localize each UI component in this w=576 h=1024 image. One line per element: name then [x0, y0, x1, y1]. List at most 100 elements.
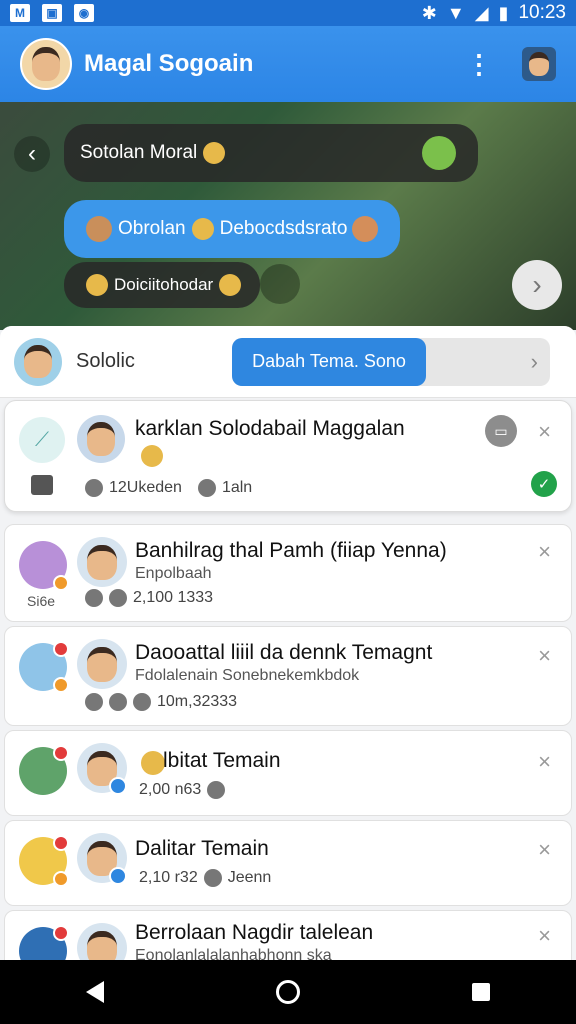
next-button[interactable]: › — [512, 260, 562, 310]
item-title: Banhilrag thal Pamh (fiiap Yenna) — [135, 539, 447, 562]
item-title: Daooattal liiil da dennk Temagnt — [135, 641, 433, 664]
list-item[interactable]: Berrolaan Nagdir talelean Eonolanlalalan… — [4, 910, 572, 960]
battery-icon: ▮ — [498, 2, 509, 23]
item-meta: 2,10 r32 Jeenn — [139, 869, 271, 887]
status-icon — [85, 693, 103, 711]
bubble-text: Doiciitohodar — [114, 275, 214, 294]
meta-text: 2,100 1333 — [133, 589, 214, 606]
app-bar: Magal Sogoain ⋮ — [0, 26, 576, 102]
item-meta: 2,100 1333 — [85, 589, 213, 607]
avatar — [77, 923, 127, 960]
system-nav-bar — [0, 960, 576, 1024]
signal-icon: ◢ — [474, 2, 489, 23]
group-row[interactable]: Sololic Dabah Tema. Sono › — [0, 326, 576, 398]
image-icon: ▣ — [42, 4, 62, 22]
item-subtitle: Enpolbaah — [135, 565, 212, 582]
item-title: Berrolaan Nagdir talelean — [135, 921, 374, 944]
page-title: Magal Sogoain — [84, 50, 254, 77]
avatar — [77, 639, 127, 689]
emoji-icon — [141, 445, 163, 467]
clock-icon — [203, 869, 222, 887]
emoji-icon — [141, 751, 165, 775]
emoji-icon — [219, 274, 242, 296]
reaction-icon — [197, 479, 216, 497]
status-icon — [109, 693, 127, 711]
emoji-icon — [86, 216, 112, 242]
status-icon — [85, 589, 103, 607]
list-item[interactable]: Si6e Banhilrag thal Pamh (fiiap Yenna) E… — [4, 524, 572, 622]
close-icon[interactable]: × — [538, 643, 551, 669]
meta-text: 2,10 r32 — [139, 869, 198, 886]
back-button[interactable]: ‹ — [14, 136, 50, 172]
home-icon[interactable] — [276, 980, 300, 1004]
user-avatar-small[interactable] — [522, 47, 556, 81]
theme-pill[interactable]: Dabah Tema. Sono — [232, 337, 426, 386]
close-icon[interactable]: × — [538, 837, 551, 863]
wifi-icon: ▼ — [446, 2, 465, 23]
check-icon: ✓ — [531, 471, 557, 497]
status-icon — [109, 589, 127, 607]
meta-text: 2,00 n63 — [139, 781, 202, 798]
close-icon[interactable]: × — [538, 923, 551, 949]
mail-icon: M — [10, 4, 30, 22]
emoji-icon — [191, 218, 214, 240]
status-bar: M ▣ ◉ ✱ ▼ ◢ ▮ 10:23 — [0, 0, 576, 26]
comment-icon — [85, 479, 103, 497]
card-title: karklan Solodabail Maggalan — [135, 417, 405, 440]
link-icon: ⟋ — [19, 417, 65, 463]
avatar — [77, 415, 125, 463]
close-icon[interactable]: × — [538, 419, 551, 445]
more-vert-icon[interactable]: ⋮ — [464, 49, 494, 80]
list-item[interactable]: lbitat Temain 2,00 n63 × — [4, 730, 572, 816]
lead-avatar — [19, 745, 69, 795]
group-avatar — [14, 337, 62, 386]
app-icon: ◉ — [74, 4, 94, 22]
sticker-icon — [422, 136, 456, 170]
card-meta: 12Ukeden 1aln — [85, 479, 252, 497]
list-item[interactable]: Daooattal liiil da dennk Temagnt Fdolale… — [4, 626, 572, 726]
chevron-right-icon[interactable]: › — [531, 349, 538, 375]
group-label: Sololic — [76, 350, 135, 372]
item-meta: 2,00 n63 — [139, 781, 226, 799]
lead-avatar — [19, 835, 69, 887]
sender-avatar — [260, 264, 300, 304]
recents-icon[interactable] — [472, 983, 490, 1001]
item-subtitle: Eonolanlalalanhabhonn ska — [135, 947, 332, 960]
theme-field[interactable]: Dabah Tema. Sono › — [232, 337, 550, 386]
comment-count: 12Ukeden — [109, 479, 182, 496]
back-icon[interactable] — [86, 981, 104, 1003]
lead-avatar — [19, 925, 69, 960]
profile-avatar[interactable] — [20, 38, 72, 90]
reaction-count: 1aln — [221, 479, 253, 496]
bluetooth-icon: ✱ — [421, 2, 437, 23]
close-icon[interactable]: × — [538, 539, 551, 565]
chat-bubble-3[interactable]: Doiciitohodar — [64, 262, 260, 308]
tag-icon[interactable]: ▭ — [485, 415, 517, 447]
clock: 10:23 — [518, 2, 566, 23]
verified-icon — [109, 777, 127, 795]
emoji-icon — [203, 142, 226, 164]
conversation-list: Sololic Dabah Tema. Sono › ⟋ karklan Sol… — [0, 326, 576, 960]
meta-text: Jeenn — [227, 869, 272, 886]
verified-icon — [109, 867, 127, 885]
bubble-text: Sotolan Moral — [80, 142, 198, 163]
lead-avatar — [19, 641, 69, 693]
chat-bubble-1[interactable]: Sotolan Moral — [64, 124, 478, 182]
featured-card[interactable]: ⟋ karklan Solodabail Maggalan ▭ × 12Uked… — [4, 400, 572, 512]
chat-bubble-2[interactable]: Obrolan Debocdsdsrato — [64, 200, 400, 258]
meta-text: 10m,32333 — [157, 693, 238, 710]
emoji-icon — [86, 274, 108, 296]
bubble-text: Debocdsdsrato — [219, 218, 348, 239]
item-subtitle: Fdolalenain Sonebnekemkbdok — [135, 667, 360, 684]
lock-icon — [31, 475, 53, 495]
close-icon[interactable]: × — [538, 749, 551, 775]
item-title: Dalitar Temain — [135, 837, 269, 860]
item-meta: 10m,32333 — [85, 693, 237, 711]
sticker-icon — [352, 216, 378, 242]
lead-avatar — [19, 541, 69, 591]
avatar — [77, 537, 127, 587]
list-item[interactable]: Dalitar Temain 2,10 r32 Jeenn × — [4, 820, 572, 906]
bubble-text: Obrolan — [118, 218, 186, 239]
chat-preview: ‹ Sotolan Moral Obrolan Debocdsdsrato Do… — [0, 102, 576, 330]
lead-label: Si6e — [27, 593, 56, 609]
